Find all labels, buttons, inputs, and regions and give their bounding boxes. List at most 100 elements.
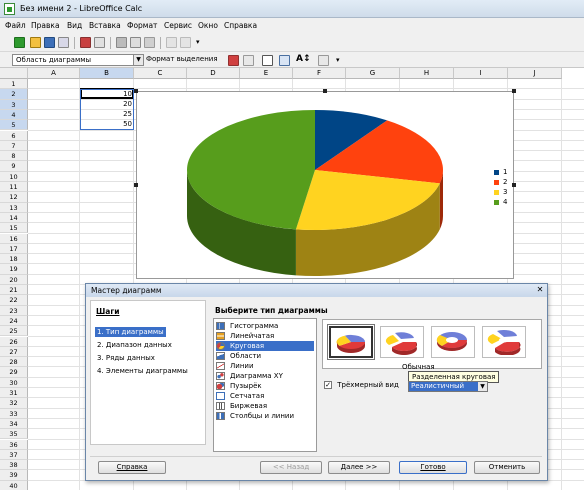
three-d-checkbox[interactable]: ✓ (324, 381, 332, 389)
column-header[interactable]: B (80, 68, 134, 79)
row-header[interactable]: 12 (0, 192, 28, 203)
cell-b2[interactable]: 10 (80, 90, 132, 98)
row-header[interactable]: 17 (0, 243, 28, 255)
type-item-xy[interactable]: Диаграмма XY (216, 371, 314, 381)
resize-handle[interactable] (323, 89, 327, 93)
three-d-checkbox-row[interactable]: ✓ Трёхмерный вид (324, 381, 399, 389)
resize-handle[interactable] (134, 183, 138, 187)
chart-type-icon[interactable] (228, 55, 239, 66)
menu-help[interactable]: Справка (224, 21, 257, 30)
help-button[interactable]: Справка (98, 461, 166, 474)
row-header[interactable]: 3 (0, 99, 28, 110)
variant-exploded-donut[interactable] (482, 326, 526, 358)
next-button[interactable]: Далее >> (328, 461, 390, 474)
row-header[interactable]: 14 (0, 212, 28, 224)
row-header[interactable]: 37 (0, 449, 28, 461)
row-header[interactable]: 1 (0, 79, 28, 90)
row-header[interactable]: 35 (0, 429, 28, 440)
row-header[interactable]: 40 (0, 480, 28, 490)
step-chart-elements[interactable]: 4. Элементы диаграммы (95, 366, 190, 376)
row-header[interactable]: 8 (0, 151, 28, 162)
finish-button[interactable]: Готово (399, 461, 467, 474)
menu-window[interactable]: Окно (198, 21, 218, 30)
row-header[interactable]: 18 (0, 254, 28, 265)
row-header[interactable]: 11 (0, 182, 28, 193)
row-header[interactable]: 32 (0, 398, 28, 409)
row-header[interactable]: 9 (0, 161, 28, 172)
pie-chart[interactable] (137, 92, 515, 280)
step-data-range[interactable]: 2. Диапазон данных (95, 340, 174, 350)
export-pdf-icon[interactable] (80, 37, 91, 48)
print-icon[interactable] (94, 37, 105, 48)
column-header[interactable]: J (508, 68, 562, 79)
chart-area[interactable]: 1 2 3 4 (136, 91, 514, 279)
row-header[interactable]: 7 (0, 140, 28, 152)
row-header[interactable]: 2 (0, 89, 28, 100)
paste-icon[interactable] (144, 37, 155, 48)
row-header[interactable]: 33 (0, 408, 28, 419)
undo-icon[interactable] (166, 37, 177, 48)
chevron-down-icon[interactable]: ▼ (478, 382, 487, 391)
row-header[interactable]: 4 (0, 109, 28, 121)
column-header[interactable]: F (293, 68, 346, 79)
row-header[interactable]: 16 (0, 233, 28, 244)
chevron-down-icon[interactable]: ▼ (133, 55, 143, 65)
menu-view[interactable]: Вид (67, 21, 82, 30)
step-chart-type[interactable]: 1. Тип диаграммы (95, 327, 166, 337)
column-header[interactable]: D (187, 68, 240, 79)
menu-file[interactable]: Файл (5, 21, 26, 30)
row-header[interactable]: 22 (0, 295, 28, 306)
row-header[interactable]: 39 (0, 470, 28, 481)
redo-icon[interactable] (180, 37, 191, 48)
save-icon[interactable] (44, 37, 55, 48)
back-button[interactable]: << Назад (260, 461, 322, 474)
resize-handle[interactable] (512, 183, 516, 187)
variant-exploded-pie[interactable] (380, 326, 424, 358)
three-d-style-select[interactable]: Реалистичный ▼ (408, 381, 488, 392)
type-item-net[interactable]: Сетчатая (216, 391, 314, 401)
legend-item[interactable]: 4 (494, 198, 507, 206)
row-header[interactable]: 29 (0, 367, 28, 378)
column-header[interactable]: I (454, 68, 508, 79)
legend-item[interactable]: 3 (494, 188, 507, 196)
scale-text-icon[interactable]: A↕ (296, 54, 311, 64)
menu-tools[interactable]: Сервис (164, 21, 192, 30)
email-icon[interactable] (58, 37, 69, 48)
horizontal-grid-icon[interactable] (262, 55, 273, 66)
legend-item[interactable]: 2 (494, 178, 507, 186)
cell-b4[interactable]: 25 (80, 110, 132, 118)
menu-format[interactable]: Формат (127, 21, 157, 30)
row-header[interactable]: 10 (0, 171, 28, 182)
column-header[interactable]: H (400, 68, 454, 79)
row-header[interactable]: 5 (0, 120, 28, 131)
row-header[interactable]: 31 (0, 388, 28, 399)
type-item-line[interactable]: Линии (216, 361, 314, 371)
toolbar-overflow-icon[interactable]: ▾ (336, 56, 340, 64)
row-header[interactable]: 19 (0, 264, 28, 275)
row-header[interactable]: 25 (0, 326, 28, 337)
variant-donut[interactable] (431, 326, 475, 358)
column-header[interactable]: C (134, 68, 187, 79)
chart-type-list[interactable]: Гистограмма Линейчатая Круговая Области … (213, 318, 317, 452)
copy-icon[interactable] (130, 37, 141, 48)
menu-edit[interactable]: Правка (31, 21, 60, 30)
row-header[interactable]: 38 (0, 460, 28, 471)
type-item-stock[interactable]: Биржевая (216, 401, 314, 411)
step-data-series[interactable]: 3. Ряды данных (95, 353, 157, 363)
column-header[interactable]: G (346, 68, 400, 79)
type-item-bar[interactable]: Линейчатая (216, 331, 314, 341)
row-header[interactable]: 36 (0, 439, 28, 450)
row-header[interactable]: 27 (0, 346, 28, 358)
resize-handle[interactable] (134, 89, 138, 93)
auto-layout-icon[interactable] (318, 55, 329, 66)
new-document-icon[interactable] (14, 37, 25, 48)
type-item-area[interactable]: Области (216, 351, 314, 361)
row-header[interactable]: 6 (0, 130, 28, 141)
toolbar-overflow-icon[interactable]: ▾ (196, 38, 200, 46)
row-header[interactable]: 15 (0, 223, 28, 234)
type-item-column-line[interactable]: Столбцы и линии (216, 411, 314, 421)
cut-icon[interactable] (116, 37, 127, 48)
row-header[interactable]: 34 (0, 418, 28, 430)
chart-element-select[interactable]: Область диаграммы ▼ (12, 54, 144, 66)
close-icon[interactable]: ✕ (535, 285, 545, 295)
